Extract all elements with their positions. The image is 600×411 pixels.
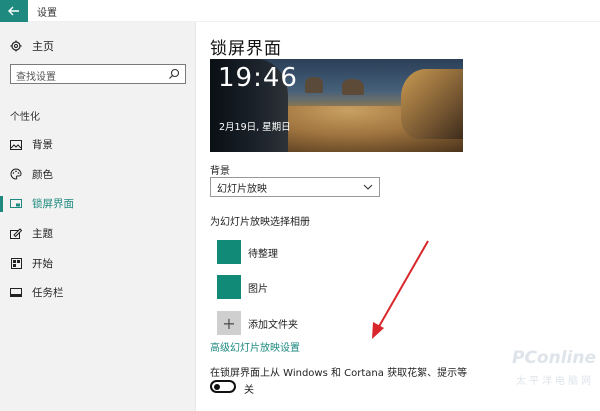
back-button[interactable] [0, 0, 28, 22]
search-icon[interactable] [168, 68, 180, 80]
sidebar-item-lockscreen[interactable]: 锁屏界面 [0, 189, 196, 219]
theme-icon [10, 228, 22, 240]
annotation-arrow-icon [372, 240, 429, 339]
album-item-label: 图片 [248, 283, 268, 295]
album-item-label: 待整理 [248, 248, 278, 260]
sidebar-item-label: 背景 [32, 139, 53, 152]
title-bar: 设置 [0, 0, 600, 22]
watermark-brand: PConline [511, 348, 596, 368]
tips-toggle[interactable] [210, 380, 236, 393]
add-folder-label: 添加文件夹 [248, 319, 298, 331]
sidebar: 主页 个性化 背景 颜色 锁屏界面 主题 [0, 22, 196, 411]
watermark: PConline 太平洋电脑网 [486, 348, 596, 393]
gear-icon [10, 40, 22, 52]
chevron-down-icon [363, 184, 373, 190]
preview-rock-stack [305, 77, 323, 93]
search-input[interactable] [11, 68, 161, 87]
back-arrow-icon [8, 6, 19, 16]
plus-icon: + [217, 311, 241, 335]
tips-toggle-state: 关 [244, 385, 254, 396]
background-dropdown-value: 幻灯片放映 [217, 183, 267, 195]
lockscreen-preview: 19:46 2月19日, 星期日 [210, 59, 463, 152]
sidebar-item-taskbar[interactable]: 任务栏 [0, 278, 196, 308]
sidebar-item-label: 颜色 [32, 168, 53, 181]
sidebar-item-themes[interactable]: 主题 [0, 219, 196, 249]
album-section-label: 为幻灯片放映选择相册 [210, 217, 310, 228]
lockscreen-icon [10, 198, 22, 210]
home-label: 主页 [32, 40, 54, 53]
advanced-slideshow-link[interactable]: 高级幻灯片放映设置 [210, 339, 300, 354]
sidebar-item-label: 任务栏 [32, 287, 64, 300]
sidebar-item-start[interactable]: 开始 [0, 248, 196, 278]
preview-time: 19:46 [218, 63, 298, 93]
folder-tile-icon [217, 275, 241, 299]
preview-cliff [401, 69, 463, 139]
background-label: 背景 [210, 166, 230, 177]
page-title: 锁屏界面 [210, 39, 282, 59]
window-title: 设置 [37, 8, 57, 19]
watermark-cn: 太平洋电脑网 [516, 376, 594, 387]
search-box[interactable] [10, 64, 186, 87]
sidebar-item-label: 锁屏界面 [32, 198, 74, 211]
sidebar-item-label: 主题 [32, 228, 53, 241]
picture-icon [10, 139, 22, 151]
sidebar-nav: 背景 颜色 锁屏界面 主题 开始 任务栏 [0, 130, 196, 308]
sidebar-item-label: 开始 [32, 257, 53, 270]
add-folder-button[interactable]: + 添加文件夹 [217, 311, 298, 335]
section-label: 个性化 [10, 112, 40, 123]
background-dropdown[interactable]: 幻灯片放映 [210, 177, 380, 197]
sidebar-item-colors[interactable]: 颜色 [0, 160, 196, 190]
start-icon [10, 257, 22, 269]
tips-label: 在锁屏界面上从 Windows 和 Cortana 获取花絮、提示等 [210, 368, 468, 379]
sidebar-item-background[interactable]: 背景 [0, 130, 196, 160]
palette-icon [10, 168, 22, 180]
folder-tile-icon [217, 240, 241, 264]
toggle-knob [214, 383, 220, 390]
taskbar-icon [10, 287, 22, 299]
home-nav-item[interactable]: 主页 [10, 38, 54, 54]
album-item[interactable]: 图片 [217, 275, 268, 299]
preview-date: 2月19日, 星期日 [219, 122, 291, 133]
album-item[interactable]: 待整理 [217, 240, 278, 264]
preview-rock-stack [342, 79, 364, 95]
